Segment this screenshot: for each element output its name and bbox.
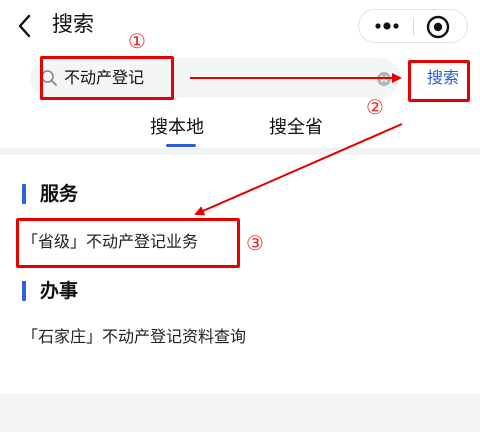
clear-icon[interactable] xyxy=(377,71,391,86)
target-icon[interactable] xyxy=(425,14,451,40)
search-scope-tabs: 搜本地 搜全省 xyxy=(0,114,480,147)
search-query-text: 不动产登记 xyxy=(64,68,145,87)
capsule-divider xyxy=(413,18,414,36)
annotation-marker-3: ③ xyxy=(246,231,264,255)
list-item-affairs[interactable]: 「石家庄」不动产登记资料查询 xyxy=(22,325,246,349)
section-title-service: 服务 xyxy=(40,183,79,205)
search-icon xyxy=(40,69,58,87)
nav-header: 搜索 xyxy=(0,0,480,52)
more-dots-icon[interactable] xyxy=(369,10,405,42)
section-title-affairs: 办事 xyxy=(40,280,79,302)
section-marker-bar xyxy=(22,281,26,301)
active-tab-indicator xyxy=(166,144,196,147)
section-divider xyxy=(0,148,480,155)
chevron-left-icon[interactable] xyxy=(14,12,38,40)
mini-program-capsule xyxy=(358,9,468,43)
section-marker-bar xyxy=(22,184,26,204)
page-title: 搜索 xyxy=(52,12,94,36)
footer-band xyxy=(0,394,480,432)
tab-search-local[interactable]: 搜本地 xyxy=(150,114,204,142)
search-input[interactable]: 不动产登记 xyxy=(30,58,400,98)
list-item-service[interactable]: 「省级」不动产登记业务 xyxy=(22,230,198,254)
search-button[interactable]: 搜索 xyxy=(412,58,474,98)
tab-search-province[interactable]: 搜全省 xyxy=(269,114,323,142)
